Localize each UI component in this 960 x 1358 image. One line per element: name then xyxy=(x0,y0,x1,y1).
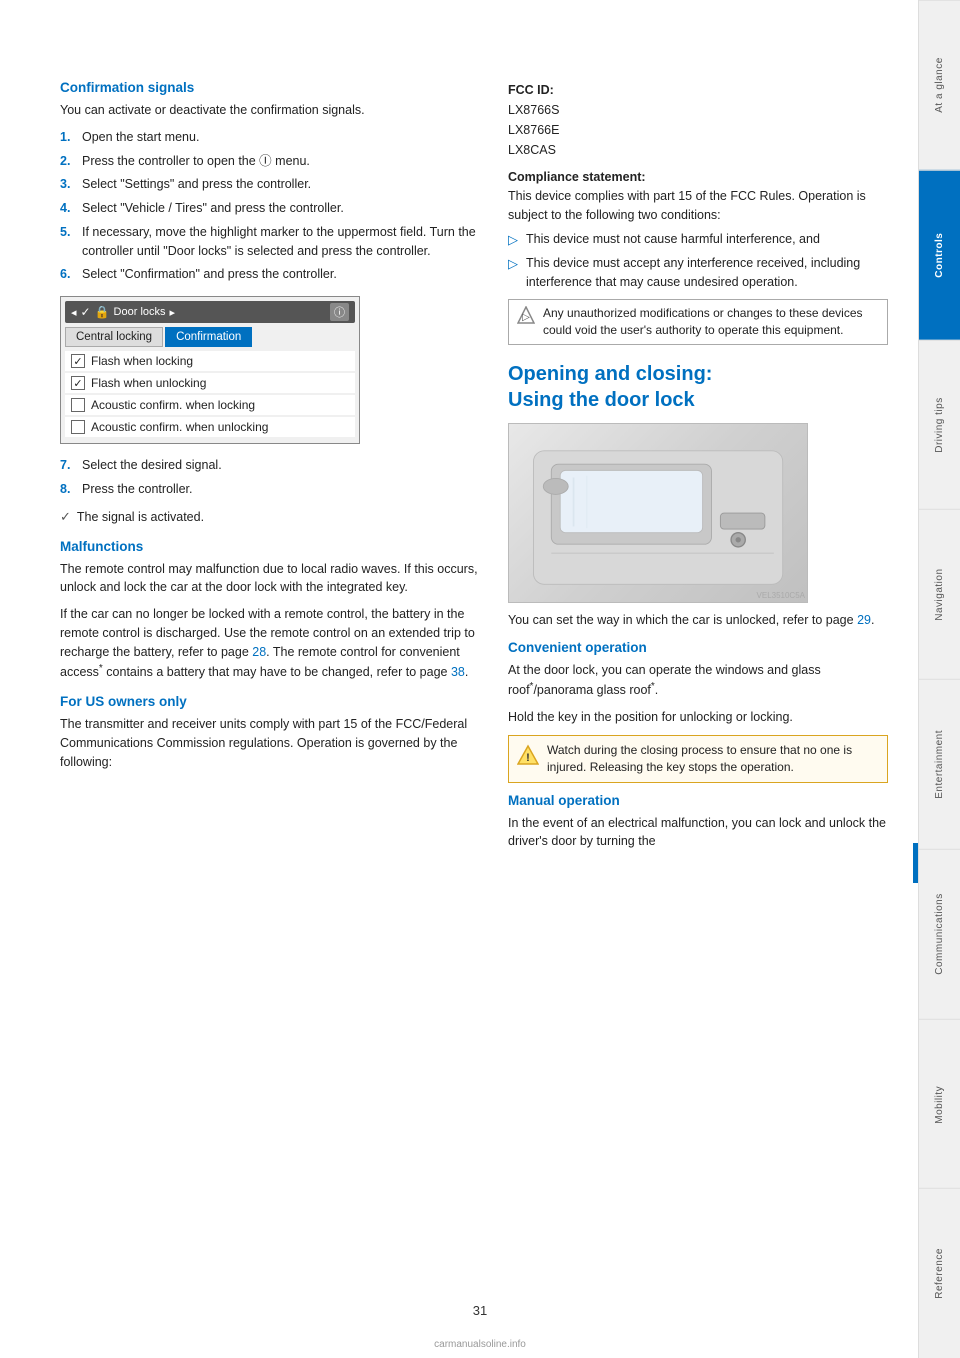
us-owners-section: For US owners only The transmitter and r… xyxy=(60,694,478,771)
confirmation-signals-title: Confirmation signals xyxy=(60,80,478,95)
watermark: carmanualsoline.info xyxy=(434,1339,526,1350)
sidebar-item-mobility[interactable]: Mobility xyxy=(919,1019,960,1189)
us-owners-text: The transmitter and receiver units compl… xyxy=(60,715,478,771)
bullet-2: ▷ This device must accept any interferen… xyxy=(508,254,888,292)
steps-list-2: 7. Select the desired signal. 8. Press t… xyxy=(60,456,478,499)
door-lock-svg xyxy=(524,433,792,593)
option-acoustic-unlocking: Acoustic confirm. when unlocking xyxy=(65,417,355,437)
nav-forward-arrow: ▸ xyxy=(170,306,176,319)
sidebar-item-driving-tips[interactable]: Driving tips xyxy=(919,340,960,510)
sidebar-item-communications[interactable]: Communications xyxy=(919,849,960,1019)
bullet-arrow-1: ▷ xyxy=(508,230,518,250)
checkbox-acoustic-unlocking[interactable] xyxy=(71,420,85,434)
steps-list-1: 1. Open the start menu. 2. Press the con… xyxy=(60,128,478,284)
confirmation-signals-intro: You can activate or deactivate the confi… xyxy=(60,101,478,120)
signal-activated-line: ✓ The signal is activated. xyxy=(60,509,478,525)
door-locks-tabs: Central locking Confirmation xyxy=(65,327,355,347)
confirmation-signals-section: Confirmation signals You can activate or… xyxy=(60,80,478,525)
convenient-operation-title: Convenient operation xyxy=(508,640,888,655)
checkbox-flash-locking[interactable]: ✓ xyxy=(71,354,85,368)
compliance-block: Compliance statement: This device compli… xyxy=(508,168,888,224)
step-7: 7. Select the desired signal. xyxy=(60,456,478,475)
sidebar-item-reference[interactable]: Reference xyxy=(919,1188,960,1358)
compliance-label: Compliance statement: xyxy=(508,170,646,184)
step-8: 8. Press the controller. xyxy=(60,480,478,499)
manual-operation-title: Manual operation xyxy=(508,793,888,808)
note-text: Any unauthorized modifications or change… xyxy=(543,305,879,339)
image-watermark: VEL3510C5A xyxy=(757,591,805,600)
us-owners-title: For US owners only xyxy=(60,694,478,709)
tab-central-locking[interactable]: Central locking xyxy=(65,327,163,347)
svg-text:▷: ▷ xyxy=(522,312,530,323)
page-marker xyxy=(913,843,918,883)
link-page-29[interactable]: 29 xyxy=(857,613,871,627)
fcc-id-label: FCC ID: xyxy=(508,83,554,97)
tab-confirmation[interactable]: Confirmation xyxy=(165,327,252,347)
manual-operation-section: Manual operation In the event of an elec… xyxy=(508,793,888,852)
nav-back-arrow: ◂ xyxy=(71,306,77,319)
svg-text:!: ! xyxy=(526,752,530,764)
door-locks-ui-box: ◂ ✓ 🔒 Door locks ▸ ⓘ Central locking Con… xyxy=(60,296,360,444)
step-6: 6. Select "Confirmation" and press the c… xyxy=(60,265,478,284)
malfunctions-para1: The remote control may malfunction due t… xyxy=(60,560,478,598)
sidebar-item-navigation[interactable]: Navigation xyxy=(919,509,960,679)
sidebar-item-entertainment[interactable]: Entertainment xyxy=(919,679,960,849)
fcc-block: FCC ID: LX8766S LX8766E LX8CAS xyxy=(508,80,888,160)
warning-text: Watch during the closing process to ensu… xyxy=(547,742,879,776)
note-box: ▷ Any unauthorized modifications or chan… xyxy=(508,299,888,345)
warning-box: ! Watch during the closing process to en… xyxy=(508,735,888,783)
compliance-text: This device complies with part 15 of the… xyxy=(508,189,866,222)
fcc-id-2: LX8766E xyxy=(508,123,559,137)
page-number: 31 xyxy=(473,1303,487,1318)
fcc-id-1: LX8766S xyxy=(508,103,559,117)
step-1: 1. Open the start menu. xyxy=(60,128,478,147)
bullet-1: ▷ This device must not cause harmful int… xyxy=(508,230,888,250)
manual-operation-text: In the event of an electrical malfunctio… xyxy=(508,814,888,852)
door-lock-image: VEL3510C5A xyxy=(508,423,808,603)
compliance-bullets: ▷ This device must not cause harmful int… xyxy=(508,230,888,291)
checkbox-options: ✓ Flash when locking ✓ Flash when unlock… xyxy=(65,351,355,437)
malfunctions-title: Malfunctions xyxy=(60,539,478,554)
opening-closing-title: Opening and closing:Using the door lock xyxy=(508,361,888,413)
note-triangle-icon: ▷ xyxy=(517,306,535,324)
sidebar-item-at-a-glance[interactable]: At a glance xyxy=(919,0,960,170)
door-locks-nav-label: Door locks xyxy=(114,306,166,318)
step-2: 2. Press the controller to open the Ⓘ me… xyxy=(60,152,478,171)
step-3: 3. Select "Settings" and press the contr… xyxy=(60,175,478,194)
door-locks-nav: ◂ ✓ 🔒 Door locks ▸ ⓘ xyxy=(65,301,355,323)
convenient-operation-text2: Hold the key in the position for unlocki… xyxy=(508,708,888,727)
link-page-38[interactable]: 38 xyxy=(451,665,465,679)
convenient-operation-text1: At the door lock, you can operate the wi… xyxy=(508,661,888,701)
link-page-28[interactable]: 28 xyxy=(252,645,266,659)
sidebar: At a glance Controls Driving tips Naviga… xyxy=(918,0,960,1358)
option-flash-locking: ✓ Flash when locking xyxy=(65,351,355,371)
malfunctions-para2: If the car can no longer be locked with … xyxy=(60,605,478,682)
malfunctions-section: Malfunctions The remote control may malf… xyxy=(60,539,478,683)
door-caption: You can set the way in which the car is … xyxy=(508,611,888,630)
option-acoustic-locking: Acoustic confirm. when locking xyxy=(65,395,355,415)
option-flash-unlocking: ✓ Flash when unlocking xyxy=(65,373,355,393)
warning-triangle-icon: ! xyxy=(517,744,539,766)
sidebar-item-controls[interactable]: Controls xyxy=(919,170,960,340)
checkbox-acoustic-locking[interactable] xyxy=(71,398,85,412)
checkmark-icon: ✓ xyxy=(60,509,71,525)
convenient-operation-section: Convenient operation At the door lock, y… xyxy=(508,640,888,727)
bullet-arrow-2: ▷ xyxy=(508,254,518,292)
step-4: 4. Select "Vehicle / Tires" and press th… xyxy=(60,199,478,218)
fcc-id-3: LX8CAS xyxy=(508,143,556,157)
checkbox-flash-unlocking[interactable]: ✓ xyxy=(71,376,85,390)
step-5: 5. If necessary, move the highlight mark… xyxy=(60,223,478,261)
